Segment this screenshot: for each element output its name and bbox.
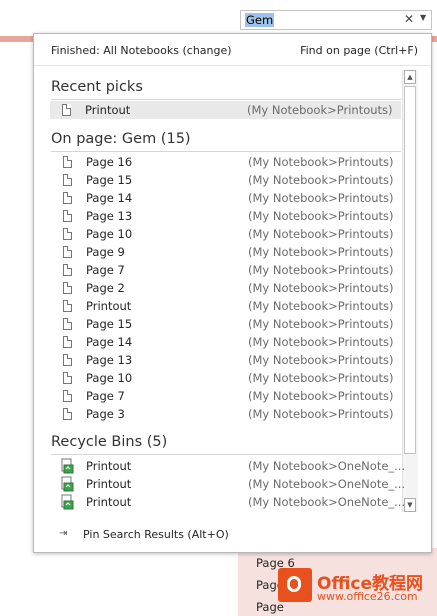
result-title: Page 13 xyxy=(86,209,133,223)
result-title: Page 7 xyxy=(86,389,125,403)
result-title: Page 9 xyxy=(86,245,125,259)
on-page-result-item[interactable]: Page 10 (My Notebook>Printouts) xyxy=(51,225,401,243)
on-page-result-item[interactable]: Page 14 (My Notebook>Printouts) xyxy=(51,189,401,207)
search-input[interactable]: Gem ✕ ▼ xyxy=(240,10,432,30)
page-icon xyxy=(63,354,72,366)
find-on-page-link[interactable]: Find on page (Ctrl+F) xyxy=(300,44,418,57)
result-title: Page 14 xyxy=(86,191,133,205)
result-location: (My Notebook>Printouts) xyxy=(248,335,394,349)
search-scope-status[interactable]: Finished: All Notebooks (change) xyxy=(51,44,232,57)
scrollbar-thumb[interactable] xyxy=(404,86,416,454)
result-location: (My Notebook>Printouts) xyxy=(248,173,394,187)
on-page-result-item[interactable]: Page 9 (My Notebook>Printouts) xyxy=(51,243,401,261)
result-title: Page 15 xyxy=(86,173,133,187)
page-icon xyxy=(62,104,71,116)
recycle-bin-result-item[interactable]: Printout (My Notebook>OneNote_... xyxy=(51,457,405,475)
section-divider xyxy=(51,99,401,100)
result-title: Page 10 xyxy=(86,371,133,385)
result-location: (My Notebook>Printouts) xyxy=(248,299,394,313)
on-page-result-item[interactable]: Page 7 (My Notebook>Printouts) xyxy=(51,261,401,279)
result-title: Printout xyxy=(86,495,132,509)
on-page-result-item[interactable]: Page 16 (My Notebook>Printouts) xyxy=(51,153,401,171)
result-title: Printout xyxy=(85,103,131,117)
on-page-result-item[interactable]: Page 10 (My Notebook>Printouts) xyxy=(51,369,401,387)
clear-icon[interactable]: ✕ xyxy=(404,12,414,26)
result-title: Page 3 xyxy=(86,407,125,421)
result-location: (My Notebook>Printouts) xyxy=(247,103,393,117)
result-location: (My Notebook>Printouts) xyxy=(248,191,394,205)
page-icon xyxy=(63,228,72,240)
result-location: (My Notebook>Printouts) xyxy=(248,209,394,223)
search-results-panel: Finished: All Notebooks (change) Find on… xyxy=(33,33,432,553)
recent-pick-item[interactable]: Printout (My Notebook>Printouts) xyxy=(50,101,401,119)
on-page-result-item[interactable]: Page 3 (My Notebook>Printouts) xyxy=(51,405,401,423)
watermark-logo: Office教程网 www.office26.com xyxy=(270,566,437,612)
page-icon xyxy=(63,192,72,204)
result-location: (My Notebook>Printouts) xyxy=(248,227,394,241)
result-location: (My Notebook>Printouts) xyxy=(248,389,394,403)
page-icon xyxy=(63,318,72,330)
search-query-text[interactable]: Gem xyxy=(245,13,275,27)
result-location: (My Notebook>Printouts) xyxy=(248,407,394,421)
page-icon xyxy=(63,372,72,384)
on-page-result-item[interactable]: Page 7 (My Notebook>Printouts) xyxy=(51,387,401,405)
result-location: (My Notebook>Printouts) xyxy=(248,155,394,169)
section-title-recycle-bins: Recycle Bins (5) xyxy=(51,434,168,450)
on-page-result-item[interactable]: Page 13 (My Notebook>Printouts) xyxy=(51,207,401,225)
on-page-result-item[interactable]: Page 15 (My Notebook>Printouts) xyxy=(51,315,401,333)
result-title: Page 10 xyxy=(86,227,133,241)
result-title: Page 7 xyxy=(86,263,125,277)
watermark-url: www.office26.com xyxy=(317,590,418,603)
dropdown-arrow-icon[interactable]: ▼ xyxy=(420,13,426,22)
result-title: Page 13 xyxy=(86,353,133,367)
recycle-bin-result-item[interactable]: Printout (My Notebook>OneNote_... xyxy=(51,475,405,493)
section-title-on-page: On page: Gem (15) xyxy=(51,131,191,147)
section-divider xyxy=(51,151,401,152)
page-icon xyxy=(63,246,72,258)
result-location: (My Notebook>Printouts) xyxy=(248,281,394,295)
result-title: Printout xyxy=(86,459,132,473)
result-title: Printout xyxy=(86,477,132,491)
result-title: Page 15 xyxy=(86,317,133,331)
recycle-bin-page-icon xyxy=(60,494,75,510)
result-location: (My Notebook>Printouts) xyxy=(248,353,394,367)
section-title-recent: Recent picks xyxy=(51,79,143,95)
result-location: (My Notebook>Printouts) xyxy=(248,371,394,385)
page-icon xyxy=(63,210,72,222)
page-icon xyxy=(63,156,72,168)
result-location: (My Notebook>Printouts) xyxy=(248,245,394,259)
page-icon xyxy=(63,282,72,294)
page-icon xyxy=(63,300,72,312)
scroll-down-icon[interactable]: ▼ xyxy=(404,498,416,512)
on-page-result-item[interactable]: Printout (My Notebook>Printouts) xyxy=(51,297,401,315)
recycle-bin-result-item[interactable]: Printout (My Notebook>OneNote_... xyxy=(51,493,405,511)
result-location: (My Notebook>OneNote_... xyxy=(248,495,406,509)
pin-search-results-button[interactable]: Pin Search Results (Alt+O) xyxy=(83,528,229,541)
header-divider xyxy=(34,65,431,66)
section-divider xyxy=(51,454,401,455)
on-page-result-item[interactable]: Page 15 (My Notebook>Printouts) xyxy=(51,171,401,189)
result-title: Printout xyxy=(86,299,132,313)
page-icon xyxy=(63,336,72,348)
recycle-bin-page-icon xyxy=(60,458,75,474)
result-location: (My Notebook>Printouts) xyxy=(248,317,394,331)
office-logo-icon xyxy=(278,568,312,602)
result-title: Page 14 xyxy=(86,335,133,349)
page-icon xyxy=(63,264,72,276)
result-location: (My Notebook>Printouts) xyxy=(248,263,394,277)
page-icon xyxy=(63,390,72,402)
page-icon xyxy=(63,408,72,420)
on-page-result-item[interactable]: Page 13 (My Notebook>Printouts) xyxy=(51,351,401,369)
pin-icon[interactable]: ⇥ xyxy=(59,528,67,539)
results-scrollbar[interactable]: ▲ ▼ xyxy=(402,70,418,512)
scroll-up-icon[interactable]: ▲ xyxy=(404,70,416,84)
result-title: Page 2 xyxy=(86,281,125,295)
recycle-bin-page-icon xyxy=(60,476,75,492)
on-page-result-item[interactable]: Page 2 (My Notebook>Printouts) xyxy=(51,279,401,297)
on-page-result-item[interactable]: Page 14 (My Notebook>Printouts) xyxy=(51,333,401,351)
result-location: (My Notebook>OneNote_... xyxy=(248,477,406,491)
page-icon xyxy=(63,174,72,186)
result-title: Page 16 xyxy=(86,155,133,169)
result-location: (My Notebook>OneNote_... xyxy=(248,459,406,473)
